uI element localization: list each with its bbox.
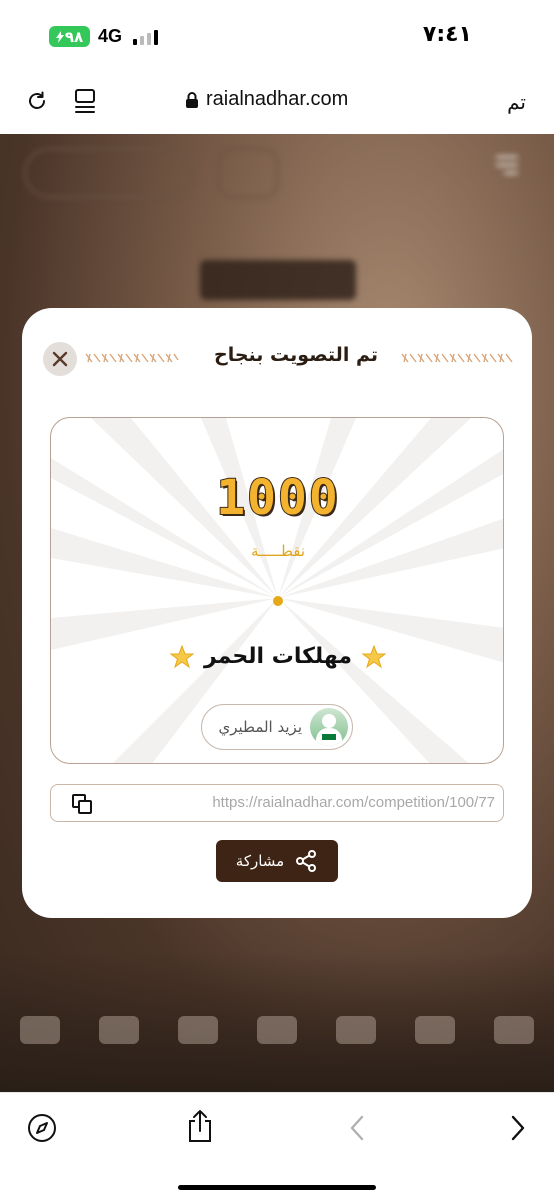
nominee-name: مهلكات الحمر xyxy=(203,644,353,669)
lock-icon xyxy=(186,91,198,108)
share-button[interactable]: مشاركة xyxy=(216,840,338,882)
hamburger-menu-icon xyxy=(496,156,518,180)
voter-name: يزيد المطيري xyxy=(218,718,302,736)
forward-icon[interactable] xyxy=(502,1113,532,1143)
share-icon xyxy=(296,850,317,872)
home-indicator[interactable] xyxy=(178,1185,376,1190)
share-link-field[interactable]: https://raialnadhar.com/competition/100/… xyxy=(50,784,504,822)
status-bar: ٩٨ 4G ٧:٤١ xyxy=(0,0,554,72)
background-countdown xyxy=(200,260,356,300)
star-icon xyxy=(169,644,194,668)
reload-icon[interactable] xyxy=(25,89,49,113)
background-footer xyxy=(0,952,554,1092)
signal-icon xyxy=(133,29,158,45)
browser-toolbar xyxy=(0,1092,554,1200)
compass-icon[interactable] xyxy=(27,1113,57,1143)
done-button[interactable]: تم xyxy=(507,90,526,114)
close-icon xyxy=(52,351,68,367)
close-button[interactable] xyxy=(43,342,77,376)
modal-title: تم التصويت بنجاح xyxy=(214,344,378,366)
copy-icon[interactable] xyxy=(71,793,93,815)
vote-success-modal: تم التصويت بنجاح 1000 نقطـــــة مهلكات ا… xyxy=(22,308,532,918)
charging-icon xyxy=(55,30,64,43)
reader-mode-icon[interactable] xyxy=(74,88,96,114)
share-sheet-icon[interactable] xyxy=(186,1109,214,1143)
background-cart-button xyxy=(218,148,278,198)
voter-chip: يزيد المطيري xyxy=(201,704,353,750)
share-link-text: https://raialnadhar.com/competition/100/… xyxy=(212,794,495,811)
points-value: 1000 xyxy=(215,469,340,527)
battery-level: ٩٨ xyxy=(64,27,84,46)
share-button-label: مشاركة xyxy=(235,852,285,870)
ornament-left-icon xyxy=(85,353,179,363)
divider-dot xyxy=(273,596,283,606)
ornament-right-icon xyxy=(401,353,513,363)
background-login-pill xyxy=(24,148,194,198)
url-text: raialnadhar.com xyxy=(206,88,349,110)
star-icon xyxy=(362,644,387,668)
network-type: 4G xyxy=(98,26,123,46)
browser-url-bar: raialnadhar.com تم xyxy=(0,72,554,134)
nominee-row: مهلكات الحمر xyxy=(51,644,503,669)
background-sponsor-logos xyxy=(20,1016,534,1056)
vote-result-card: 1000 نقطـــــة مهلكات الحمر يزيد المطيري xyxy=(50,417,504,764)
avatar xyxy=(310,708,348,746)
address-field[interactable]: raialnadhar.com xyxy=(185,88,348,111)
points-unit: نقطـــــة xyxy=(250,542,306,560)
back-icon[interactable] xyxy=(343,1113,373,1143)
battery-indicator: ٩٨ xyxy=(49,26,90,47)
clock: ٧:٤١ xyxy=(422,22,472,47)
